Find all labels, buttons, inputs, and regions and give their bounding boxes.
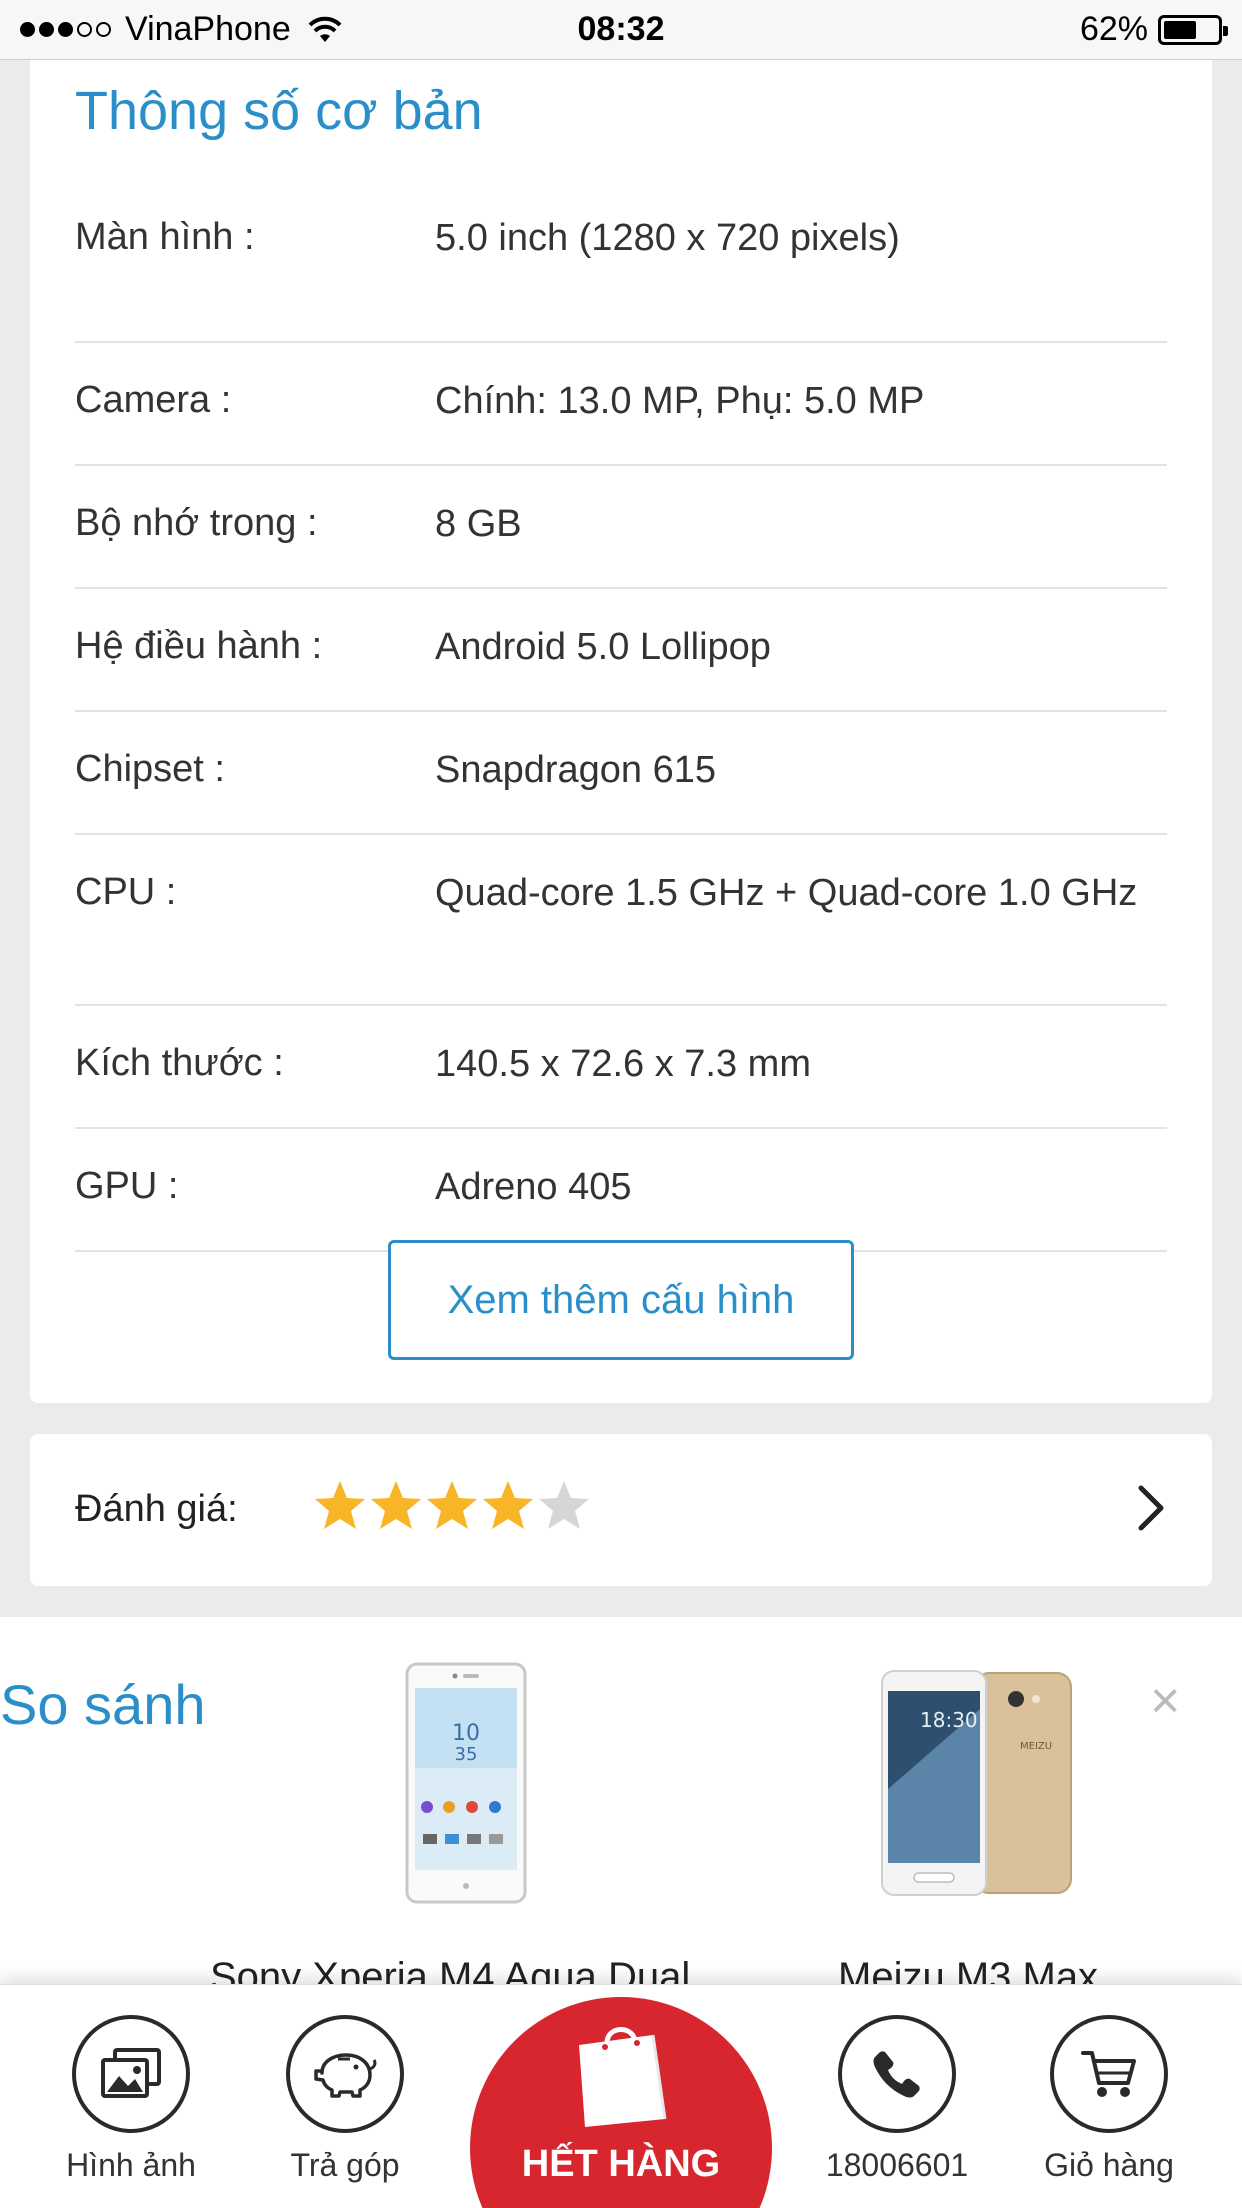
spec-label: Hệ điều hành : — [75, 625, 323, 667]
sold-out-label: HẾT HÀNG — [521, 2143, 721, 2185]
spec-value: 5.0 inch (1280 x 720 pixels) — [435, 217, 900, 259]
spec-value: Quad-core 1.5 GHz + Quad-core 1.0 GHz — [435, 872, 1138, 914]
spec-row-camera: Camera : Chính: 13.0 MP, Phụ: 5.0 MP — [75, 343, 1167, 466]
images-button[interactable]: Hình ảnh — [31, 2015, 231, 2184]
spec-row-storage: Bộ nhớ trong : 8 GB — [75, 466, 1167, 589]
specs-title: Thông số cơ bản — [75, 81, 483, 141]
spec-value: Chính: 13.0 MP, Phụ: 5.0 MP — [435, 380, 925, 422]
spec-row-dimensions: Kích thước : 140.5 x 72.6 x 7.3 mm — [75, 1006, 1167, 1129]
star-empty-icon — [539, 1481, 589, 1529]
spec-row-chipset: Chipset : Snapdragon 615 — [75, 712, 1167, 835]
spec-label: Chipset : — [75, 748, 225, 790]
specs-card: Thông số cơ bản Màn hình : 5.0 inch (128… — [30, 60, 1212, 1403]
star-filled-icon — [315, 1481, 365, 1529]
battery-icon — [1158, 14, 1228, 45]
spec-value: 8 GB — [435, 503, 522, 545]
call-button[interactable]: 18006601 — [797, 2015, 997, 2184]
phone-icon — [873, 2051, 920, 2098]
rating-row[interactable]: Đánh giá: — [30, 1434, 1212, 1586]
spec-value: Adreno 405 — [435, 1166, 632, 1208]
spec-label: Kích thước : — [75, 1042, 284, 1084]
spec-row-gpu: GPU : Adreno 405 — [75, 1129, 1167, 1252]
piggy-bank-icon — [314, 2053, 377, 2098]
spec-value: Android 5.0 Lollipop — [435, 626, 771, 668]
star-filled-icon — [427, 1481, 477, 1529]
sony-phone-image[interactable]: 10 35 — [405, 1662, 527, 1904]
spec-label: Camera : — [75, 379, 232, 421]
spec-row-cpu: CPU : Quad-core 1.5 GHz + Quad-core 1.0 … — [75, 835, 1167, 1006]
spec-value: Snapdragon 615 — [435, 749, 717, 791]
spec-label: GPU : — [75, 1165, 179, 1207]
star-filled-icon — [371, 1481, 421, 1529]
close-icon[interactable]: × — [1150, 1675, 1180, 1727]
status-time: 08:32 — [577, 10, 665, 48]
cart-label: Giỏ hàng — [1044, 2147, 1174, 2183]
svg-text:MEIZU: MEIZU — [1020, 1741, 1052, 1752]
spec-list: Màn hình : 5.0 inch (1280 x 720 pixels) … — [75, 180, 1167, 1252]
compare-title: So sánh — [0, 1673, 206, 1736]
chevron-right-icon[interactable] — [1136, 1484, 1166, 1532]
spec-label: CPU : — [75, 871, 177, 913]
status-bar: VinaPhone 08:32 62% — [0, 0, 1242, 60]
svg-text:10: 10 — [452, 1721, 480, 1746]
rating-label: Đánh giá: — [75, 1488, 238, 1530]
images-label: Hình ảnh — [66, 2147, 196, 2183]
screen: VinaPhone 08:32 62% Thông số cơ bản Màn … — [0, 0, 1242, 2208]
shopping-bag-icon — [579, 2027, 667, 2127]
cart-icon — [1081, 2051, 1136, 2097]
spec-value: 140.5 x 72.6 x 7.3 mm — [435, 1043, 811, 1085]
photos-icon — [101, 2048, 161, 2098]
status-right: 62% — [1079, 10, 1228, 49]
star-filled-icon — [483, 1481, 533, 1529]
installment-button[interactable]: Trả góp — [245, 2015, 445, 2184]
spec-label: Bộ nhớ trong : — [75, 502, 318, 544]
svg-text:35: 35 — [455, 1744, 478, 1765]
battery-level — [1164, 20, 1196, 39]
cart-button[interactable]: Giỏ hàng — [1009, 2015, 1209, 2184]
spec-row-os: Hệ điều hành : Android 5.0 Lollipop — [75, 589, 1167, 712]
installment-label: Trả góp — [290, 2147, 400, 2183]
svg-text:18:30: 18:30 — [920, 1708, 978, 1732]
phone-number-label: 18006601 — [825, 2147, 969, 2183]
spec-label: Màn hình : — [75, 216, 255, 258]
more-specs-button[interactable]: Xem thêm cấu hình — [388, 1240, 854, 1360]
rating-stars — [312, 1478, 592, 1534]
meizu-phone-image[interactable]: MEIZU 18:30 — [880, 1669, 1074, 1897]
battery-percent: 62% — [1079, 10, 1148, 48]
spec-row-screen: Màn hình : 5.0 inch (1280 x 720 pixels) — [75, 180, 1167, 343]
